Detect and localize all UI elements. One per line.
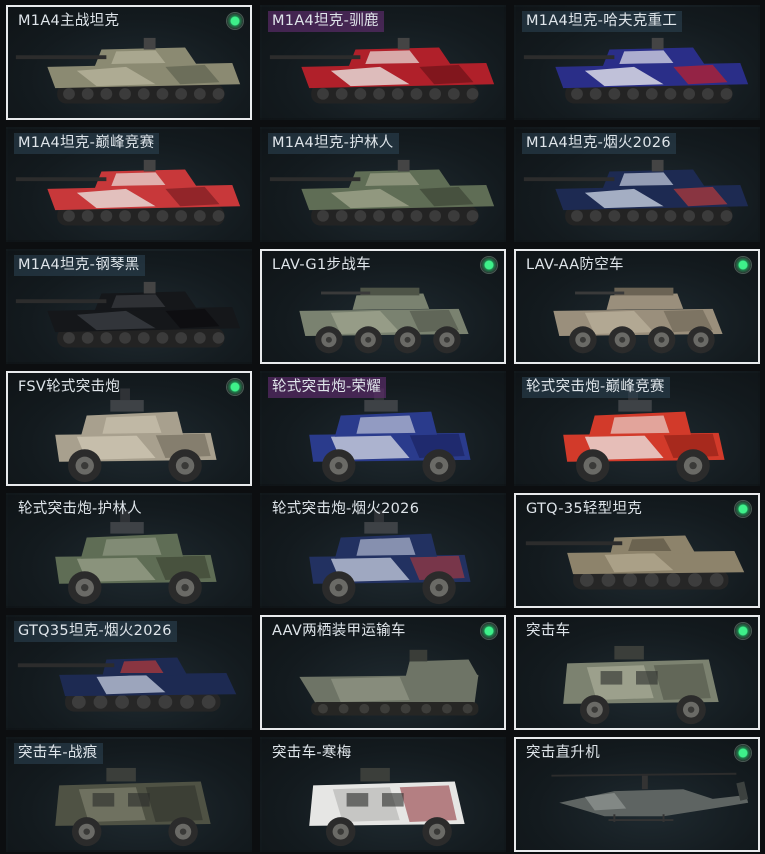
owned-indicator-icon: [227, 13, 243, 29]
skin-card[interactable]: GTQ-35轻型坦克: [514, 493, 760, 608]
skin-card[interactable]: FSV轮式突击炮: [6, 371, 252, 486]
skin-card[interactable]: 轮式突击炮-护林人: [6, 493, 252, 608]
skin-card[interactable]: 轮式突击炮-荣耀: [260, 371, 506, 486]
skin-name-label: M1A4坦克-驯鹿: [268, 11, 384, 32]
skin-card[interactable]: M1A4坦克-护林人: [260, 127, 506, 242]
skin-name-label: GTQ35坦克-烟火2026: [14, 621, 177, 642]
skin-name-label: 突击车-寒梅: [272, 745, 352, 761]
skin-name-label: 突击车-战痕: [14, 743, 103, 764]
skin-name-label: M1A4坦克-烟火2026: [522, 133, 676, 154]
skin-name-label: M1A4主战坦克: [18, 13, 120, 29]
skin-card[interactable]: 突击直升机: [514, 737, 760, 852]
skin-card[interactable]: LAV-AA防空车: [514, 249, 760, 364]
skin-name-label: 突击直升机: [526, 745, 600, 761]
skin-name-label: M1A4坦克-钢琴黑: [14, 255, 145, 276]
skin-card[interactable]: AAV两栖装甲运输车: [260, 615, 506, 730]
skin-name-label: LAV-G1步战车: [272, 257, 371, 273]
skin-name-label: M1A4坦克-巅峰竞赛: [14, 133, 160, 154]
skin-card[interactable]: M1A4坦克-烟火2026: [514, 127, 760, 242]
skin-card[interactable]: M1A4坦克-驯鹿: [260, 5, 506, 120]
owned-indicator-icon: [227, 379, 243, 395]
skin-name-label: GTQ-35轻型坦克: [526, 501, 643, 517]
skin-name-label: M1A4坦克-哈夫克重工: [522, 11, 683, 32]
owned-indicator-icon: [481, 623, 497, 639]
owned-indicator-icon: [735, 501, 751, 517]
skin-card[interactable]: 突击车: [514, 615, 760, 730]
skin-name-label: AAV两栖装甲运输车: [272, 623, 406, 639]
skin-name-label: 轮式突击炮-巅峰竞赛: [522, 377, 670, 398]
owned-indicator-icon: [735, 623, 751, 639]
skin-card[interactable]: 轮式突击炮-烟火2026: [260, 493, 506, 608]
skin-card[interactable]: M1A4坦克-哈夫克重工: [514, 5, 760, 120]
owned-indicator-icon: [481, 257, 497, 273]
owned-indicator-icon: [735, 257, 751, 273]
skin-name-label: 轮式突击炮-烟火2026: [272, 501, 420, 517]
skin-name-label: 突击车: [526, 623, 571, 639]
skin-name-label: 轮式突击炮-荣耀: [268, 377, 387, 398]
skin-card[interactable]: 突击车-战痕: [6, 737, 252, 852]
skin-card[interactable]: M1A4主战坦克: [6, 5, 252, 120]
skin-name-label: 轮式突击炮-护林人: [18, 501, 142, 517]
skin-card[interactable]: M1A4坦克-巅峰竞赛: [6, 127, 252, 242]
owned-indicator-icon: [735, 745, 751, 761]
vehicle-skin-grid: M1A4主战坦克 M1A4坦克-驯鹿 M1A4坦克-哈夫克重工 M1A4坦克-巅峰竞赛…: [0, 0, 765, 854]
skin-card[interactable]: M1A4坦克-钢琴黑: [6, 249, 252, 364]
skin-card[interactable]: LAV-G1步战车: [260, 249, 506, 364]
skin-name-label: FSV轮式突击炮: [18, 379, 121, 395]
skin-name-label: M1A4坦克-护林人: [268, 133, 399, 154]
skin-card[interactable]: GTQ35坦克-烟火2026: [6, 615, 252, 730]
skin-card[interactable]: 轮式突击炮-巅峰竞赛: [514, 371, 760, 486]
skin-card[interactable]: 突击车-寒梅: [260, 737, 506, 852]
skin-name-label: LAV-AA防空车: [526, 257, 624, 273]
